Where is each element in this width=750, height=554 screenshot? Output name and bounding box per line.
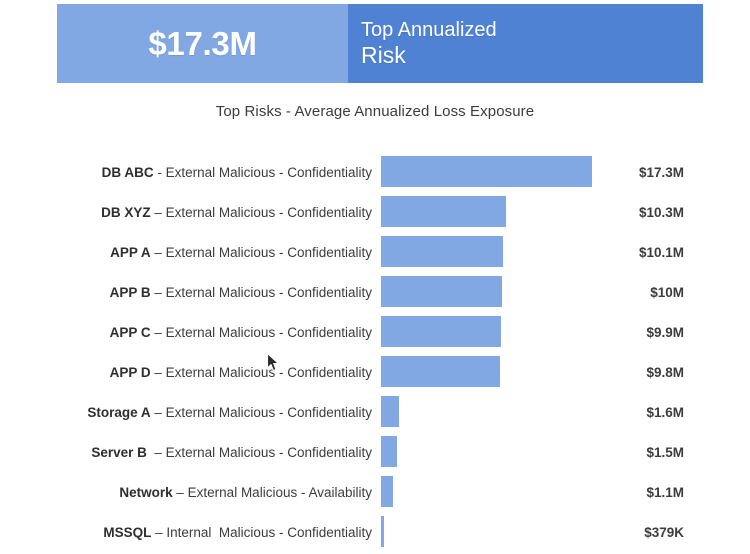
- chart-row-value: $10.1M: [638, 244, 684, 260]
- kpi-banner: $17.3M Top Annualized Risk: [57, 4, 703, 83]
- chart-row-entity: APP A: [110, 244, 151, 260]
- chart-row-label: APP D – External Malicious - Confidentia…: [0, 365, 372, 380]
- chart-row-label: Server B – External Malicious - Confiden…: [0, 445, 372, 460]
- chart-row-descriptor: – External Malicious - Confidentiality: [150, 204, 372, 220]
- chart-row[interactable]: Storage A – External Malicious - Confide…: [0, 392, 750, 432]
- chart-row[interactable]: APP A – External Malicious - Confidentia…: [0, 232, 750, 272]
- chart-row[interactable]: APP B – External Malicious - Confidentia…: [0, 272, 750, 312]
- chart-row-descriptor: – External Malicious - Availability: [172, 484, 372, 500]
- chart-row-descriptor: - External Malicious - Confidentiality: [153, 164, 372, 180]
- chart-row[interactable]: Network – External Malicious - Availabil…: [0, 472, 750, 512]
- chart-row-value: $379K: [644, 524, 684, 540]
- chart-row-value: $1.5M: [646, 444, 684, 460]
- chart-row-value: $17.3M: [638, 164, 684, 180]
- chart-bar[interactable]: [380, 435, 399, 468]
- chart-row-entity: MSSQL: [103, 524, 152, 540]
- kpi-label-line-1: Top Annualized: [361, 18, 497, 41]
- chart-row-descriptor: – External Malicious - Confidentiality: [150, 364, 372, 380]
- chart-row[interactable]: DB ABC - External Malicious - Confidenti…: [0, 152, 750, 192]
- chart-bar[interactable]: [380, 195, 507, 228]
- chart-row-entity: APP B: [109, 284, 151, 300]
- chart-bar[interactable]: [380, 355, 501, 388]
- bar-chart: DB ABC - External Malicious - Confidenti…: [0, 152, 750, 552]
- chart-row-descriptor: – External Malicious - Confidentiality: [150, 404, 372, 420]
- chart-row-label: APP C – External Malicious - Confidentia…: [0, 325, 372, 340]
- kpi-value: $17.3M: [148, 25, 257, 62]
- chart-row[interactable]: DB XYZ – External Malicious - Confidenti…: [0, 192, 750, 232]
- chart-row-value: $9.9M: [646, 324, 684, 340]
- chart-bar[interactable]: [380, 275, 504, 308]
- chart-bar[interactable]: [380, 475, 394, 508]
- chart-bar[interactable]: [380, 395, 400, 428]
- chart-row[interactable]: APP C – External Malicious - Confidentia…: [0, 312, 750, 352]
- chart-row-entity: APP C: [109, 324, 151, 340]
- chart-row-label: DB XYZ – External Malicious - Confidenti…: [0, 205, 372, 220]
- chart-row-label: APP A – External Malicious - Confidentia…: [0, 245, 372, 260]
- chart-row[interactable]: APP D – External Malicious - Confidentia…: [0, 352, 750, 392]
- chart-row[interactable]: Server B – External Malicious - Confiden…: [0, 432, 750, 472]
- chart-row-entity: DB XYZ: [101, 204, 151, 220]
- chart-row-value: $10M: [650, 284, 684, 300]
- chart-row-entity: Network: [119, 484, 173, 500]
- chart-bar[interactable]: [380, 235, 505, 268]
- chart-row-label: DB ABC - External Malicious - Confidenti…: [0, 165, 372, 180]
- kpi-label-line-2: Risk: [361, 41, 406, 68]
- chart-row-value: $9.8M: [646, 364, 684, 380]
- chart-bar[interactable]: [380, 315, 502, 348]
- chart-row-entity: APP D: [109, 364, 151, 380]
- chart-row-descriptor: – External Malicious - Confidentiality: [150, 324, 372, 340]
- chart-row-descriptor: – External Malicious - Confidentiality: [150, 444, 372, 460]
- chart-row[interactable]: MSSQL – Internal Malicious - Confidentia…: [0, 512, 750, 552]
- chart-row-descriptor: – External Malicious - Confidentiality: [150, 244, 372, 260]
- chart-row-label: MSSQL – Internal Malicious - Confidentia…: [0, 525, 372, 540]
- chart-row-label: Storage A – External Malicious - Confide…: [0, 405, 372, 420]
- chart-bar[interactable]: [380, 515, 385, 548]
- kpi-label-panel: Top Annualized Risk: [348, 4, 703, 83]
- chart-row-label: APP B – External Malicious - Confidentia…: [0, 285, 372, 300]
- chart-row-entity: Server B: [91, 444, 151, 460]
- chart-row-entity: Storage A: [87, 404, 151, 420]
- chart-title: Top Risks - Average Annualized Loss Expo…: [215, 103, 535, 120]
- chart-row-label: Network – External Malicious - Availabil…: [0, 485, 372, 500]
- chart-row-descriptor: – External Malicious - Confidentiality: [150, 284, 372, 300]
- chart-row-value: $1.1M: [646, 484, 684, 500]
- kpi-value-panel: $17.3M: [57, 4, 348, 83]
- chart-row-entity: DB ABC: [101, 164, 154, 180]
- chart-row-value: $10.3M: [638, 204, 684, 220]
- chart-row-descriptor: – Internal Malicious - Confidentiality: [151, 524, 372, 540]
- chart-row-value: $1.6M: [646, 404, 684, 420]
